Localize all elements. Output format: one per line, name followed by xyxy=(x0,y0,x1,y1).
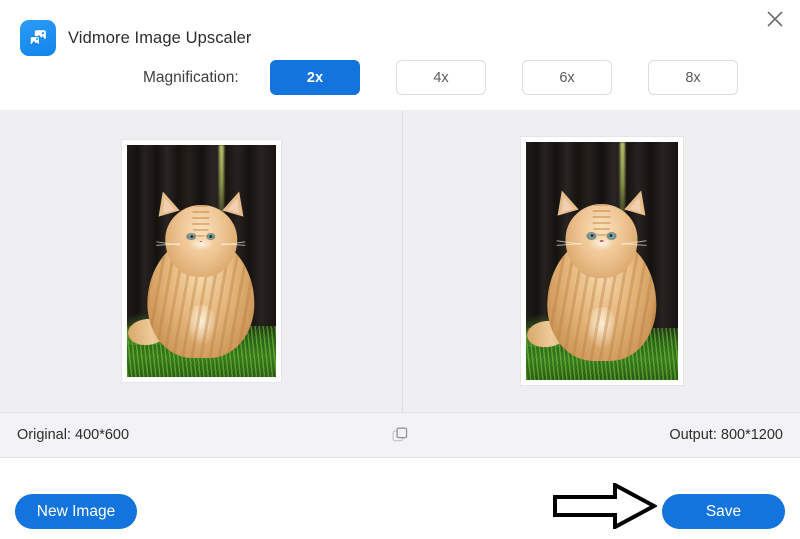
status-bar: Original: 400*600 Output: 800*1200 xyxy=(0,412,800,458)
upscaled-photo xyxy=(526,142,678,380)
preview-area xyxy=(0,110,800,412)
original-photo-frame xyxy=(122,140,281,382)
close-icon[interactable] xyxy=(758,2,792,36)
magnification-option-8x[interactable]: 8x xyxy=(648,60,738,95)
magnification-option-2x[interactable]: 2x xyxy=(270,60,360,95)
original-photo xyxy=(127,145,276,377)
kitten-whiskers xyxy=(165,238,237,250)
kitten-head xyxy=(565,204,638,278)
new-image-button[interactable]: New Image xyxy=(15,494,137,529)
upscaled-preview-pane xyxy=(403,110,800,412)
original-preview-pane xyxy=(0,110,402,412)
output-size-label: Output: 800*1200 xyxy=(669,413,783,458)
kitten-head xyxy=(165,205,237,277)
copy-squares-icon[interactable] xyxy=(388,423,412,447)
kitten-whiskers xyxy=(565,238,638,250)
original-size-label: Original: 400*600 xyxy=(17,413,129,458)
kitten-chest xyxy=(585,307,618,349)
footer-bar: New Image Save xyxy=(0,458,800,539)
magnification-options: 2x 4x 6x 8x xyxy=(270,60,738,95)
magnification-option-6x[interactable]: 6x xyxy=(522,60,612,95)
kitten-chest xyxy=(185,305,217,346)
magnification-option-4x[interactable]: 4x xyxy=(396,60,486,95)
app-title: Vidmore Image Upscaler xyxy=(68,29,251,48)
image-stack-icon xyxy=(20,20,56,56)
upscaled-photo-frame xyxy=(521,137,683,385)
brand: Vidmore Image Upscaler xyxy=(20,20,251,56)
save-button[interactable]: Save xyxy=(662,494,785,529)
app-header: Vidmore Image Upscaler Magnification: 2x… xyxy=(0,0,800,110)
magnification-label: Magnification: xyxy=(143,60,239,96)
